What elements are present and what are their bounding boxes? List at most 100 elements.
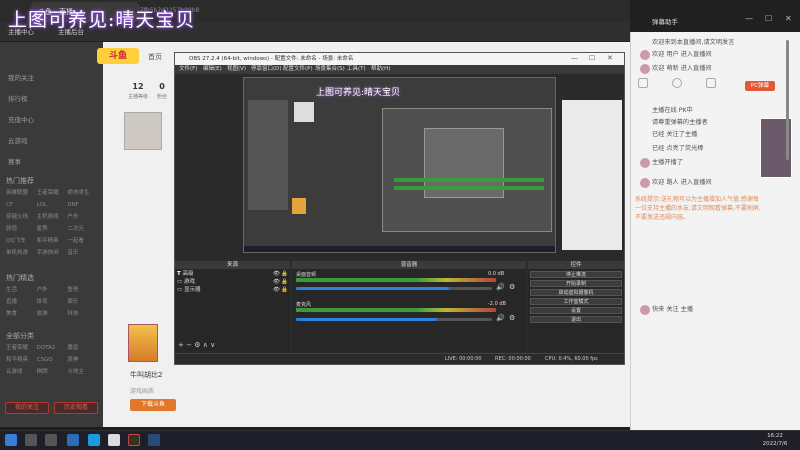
gear-icon[interactable]: ⚙: [509, 283, 515, 291]
volume-slider[interactable]: [296, 318, 492, 321]
menu-item[interactable]: 场景集合(S): [315, 65, 345, 74]
app-icon[interactable]: [88, 434, 100, 446]
my-follow-button[interactable]: 我的关注: [5, 402, 49, 414]
category-link[interactable]: 王者荣耀: [6, 343, 28, 353]
category-link[interactable]: 单机热游: [6, 248, 28, 258]
lock-icon[interactable]: 🔒: [281, 279, 288, 286]
eye-icon[interactable]: 👁: [273, 287, 280, 294]
category-link[interactable]: 主机游戏: [37, 212, 59, 222]
settings-button[interactable]: 设置: [530, 307, 622, 314]
category-link[interactable]: 二次元: [67, 224, 84, 234]
category-link[interactable]: 和平精英: [6, 355, 28, 365]
scrollbar[interactable]: [786, 40, 789, 160]
menu-item[interactable]: 停靠窗口(D): [251, 65, 282, 74]
speaker-icon[interactable]: 🔊: [496, 314, 505, 322]
volume-slider[interactable]: [296, 287, 492, 290]
category-link[interactable]: QQ飞车: [6, 236, 26, 246]
category-link[interactable]: 斗地主: [67, 367, 84, 377]
stop-streaming-button[interactable]: 停止推流: [530, 271, 622, 278]
category-link[interactable]: 颜值: [6, 224, 17, 234]
avatar[interactable]: [124, 112, 162, 150]
category-link[interactable]: 科技: [67, 309, 78, 319]
exit-button[interactable]: 退出: [530, 316, 622, 323]
source-item[interactable]: ▭ 显示器 👁 🔒: [177, 287, 288, 294]
minimize-icon[interactable]: —: [571, 54, 578, 62]
category-link[interactable]: 直播: [6, 297, 17, 307]
windows-start-icon[interactable]: [5, 434, 17, 446]
menu-item[interactable]: 视图(V): [227, 65, 246, 74]
category-link[interactable]: 棋牌: [37, 367, 48, 377]
lock-icon[interactable]: 🔒: [281, 271, 288, 278]
sidebar-item[interactable]: 充值中心: [8, 114, 34, 126]
close-icon[interactable]: ✕: [785, 14, 792, 23]
category-link[interactable]: 英雄联盟: [6, 188, 28, 198]
steam-icon[interactable]: [148, 434, 160, 446]
menu-item[interactable]: 工具(T): [347, 65, 366, 74]
gear-icon[interactable]: ⚙: [194, 341, 200, 349]
gift-icon[interactable]: [706, 78, 716, 88]
lock-icon[interactable]: 🔒: [281, 287, 288, 294]
eye-icon[interactable]: 👁: [273, 271, 280, 278]
app-icon[interactable]: [67, 434, 79, 446]
maximize-icon[interactable]: ☐: [589, 54, 595, 62]
category-link[interactable]: 户外: [67, 212, 78, 222]
category-link[interactable]: 生活: [6, 285, 17, 295]
settings-icon[interactable]: [672, 78, 682, 88]
category-link[interactable]: 旅游: [37, 309, 48, 319]
source-item[interactable]: T 高级 👁 🔒: [177, 271, 288, 278]
source-item[interactable]: ▭ 游戏 👁 🔒: [177, 279, 288, 286]
close-icon[interactable]: ✕: [607, 54, 613, 62]
download-button[interactable]: 下载斗鱼: [130, 399, 176, 411]
chevron-down-icon[interactable]: ∨: [210, 341, 215, 349]
folder-icon[interactable]: [108, 434, 120, 446]
category-link[interactable]: 鱼吧: [67, 285, 78, 295]
category-link[interactable]: 和平精英: [37, 236, 59, 246]
obs-icon[interactable]: [128, 434, 140, 446]
taskview-icon[interactable]: [45, 434, 57, 446]
menu-item[interactable]: 配置文件(P): [283, 65, 313, 74]
game-card-image[interactable]: [128, 324, 158, 362]
menu-item[interactable]: 帮助(H): [371, 65, 390, 74]
menu-item[interactable]: 文件(F): [179, 65, 197, 74]
history-button[interactable]: 历史观看: [54, 402, 98, 414]
category-link[interactable]: 魔兽: [67, 343, 78, 353]
category-link[interactable]: 云游戏: [6, 367, 23, 377]
studio-mode-button[interactable]: 工作室模式: [530, 298, 622, 305]
start-recording-button[interactable]: 开始录制: [530, 280, 622, 287]
pc-danmaku-button[interactable]: PC弹幕: [745, 81, 775, 91]
category-link[interactable]: 绝地求生: [67, 188, 89, 198]
add-icon[interactable]: +: [178, 341, 184, 349]
category-link[interactable]: CF: [6, 200, 13, 210]
sidebar-item[interactable]: 赛事: [8, 156, 21, 168]
minimize-icon[interactable]: —: [745, 14, 753, 23]
category-link[interactable]: 星秀: [37, 224, 48, 234]
chevron-up-icon[interactable]: ∧: [203, 341, 208, 349]
gear-icon[interactable]: ⚙: [509, 314, 515, 322]
maximize-icon[interactable]: ☐: [765, 14, 772, 23]
search-icon[interactable]: [25, 434, 37, 446]
category-link[interactable]: LOL: [37, 200, 47, 210]
category-link[interactable]: 音乐: [67, 248, 78, 258]
category-link[interactable]: 美食: [6, 309, 17, 319]
edit-icon[interactable]: [638, 78, 648, 88]
category-link[interactable]: 娱乐: [67, 297, 78, 307]
obs-preview[interactable]: 上图可养见:晴天宝贝: [175, 74, 624, 259]
remove-icon[interactable]: −: [186, 341, 192, 349]
sidebar-item[interactable]: 云游戏: [8, 135, 28, 147]
category-link[interactable]: CSGO: [37, 355, 53, 365]
category-link[interactable]: 王者荣耀: [37, 188, 59, 198]
category-link[interactable]: 原神: [67, 355, 78, 365]
clock[interactable]: 16:22 2022/7/6: [752, 432, 798, 448]
speaker-icon[interactable]: 🔊: [496, 283, 505, 291]
obs-titlebar[interactable]: OBS 27.2.4 (64-bit, windows) - 配置文件: 未命名…: [175, 53, 624, 65]
category-link[interactable]: DOTA2: [37, 343, 56, 353]
virtual-camera-button[interactable]: 启动虚拟摄像机: [530, 289, 622, 296]
category-link[interactable]: 体育: [37, 297, 48, 307]
page-tab[interactable]: 首页: [148, 52, 162, 62]
sidebar-item[interactable]: 排行榜: [8, 93, 28, 105]
category-link[interactable]: 一起看: [67, 236, 84, 246]
category-link[interactable]: 手游休闲: [37, 248, 59, 258]
site-logo[interactable]: 斗鱼: [97, 48, 139, 64]
sidebar-item[interactable]: 我的关注: [8, 72, 34, 84]
category-link[interactable]: 穿越火线: [6, 212, 28, 222]
